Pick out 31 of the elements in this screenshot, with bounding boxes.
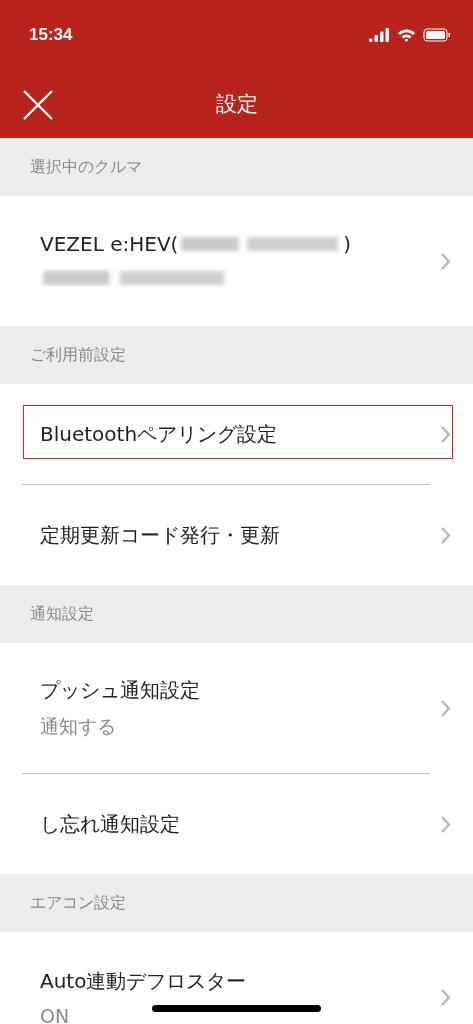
settings-row[interactable]: プッシュ通知設定 通知する [0, 643, 473, 773]
status-time: 15:34 [29, 25, 73, 45]
row-title: Auto連動デフロスター [40, 967, 247, 995]
wifi-icon [397, 28, 416, 42]
row-title: プッシュ通知設定 [40, 676, 200, 704]
chevron-right-icon [440, 987, 451, 1007]
row-title: VEZEL e:HEV( [40, 232, 179, 256]
settings-row[interactable]: Auto連動デフロスター ON [0, 932, 473, 1024]
settings-row[interactable]: VEZEL e:HEV( ) [0, 196, 473, 326]
row-title: Bluetoothペアリング設定 [40, 420, 278, 448]
row-title: し忘れ通知設定 [40, 810, 180, 838]
section-title: 選択中のクルマ [30, 156, 142, 178]
section-title: エアコン設定 [30, 892, 126, 914]
chevron-right-icon [440, 814, 451, 834]
signal-icon [369, 28, 390, 42]
section-title: 通知設定 [30, 603, 94, 625]
settings-row[interactable]: Bluetoothペアリング設定 [0, 384, 473, 484]
chevron-right-icon [440, 424, 451, 444]
chevron-right-icon [440, 525, 451, 545]
row-title: 定期更新コード発行・更新 [40, 521, 280, 549]
row-title-end: ) [343, 232, 352, 256]
settings-row[interactable]: 定期更新コード発行・更新 [0, 485, 473, 585]
chevron-right-icon [440, 251, 451, 271]
settings-row[interactable]: し忘れ通知設定 [0, 774, 473, 874]
close-button[interactable] [22, 89, 54, 121]
battery-icon [423, 28, 451, 42]
section-title: ご利用前設定 [30, 344, 126, 366]
chevron-right-icon [440, 698, 451, 718]
row-subtitle: 通知する [40, 713, 116, 739]
row-subtitle: ON [40, 1004, 70, 1024]
screen-title: 設定 [215, 91, 258, 118]
